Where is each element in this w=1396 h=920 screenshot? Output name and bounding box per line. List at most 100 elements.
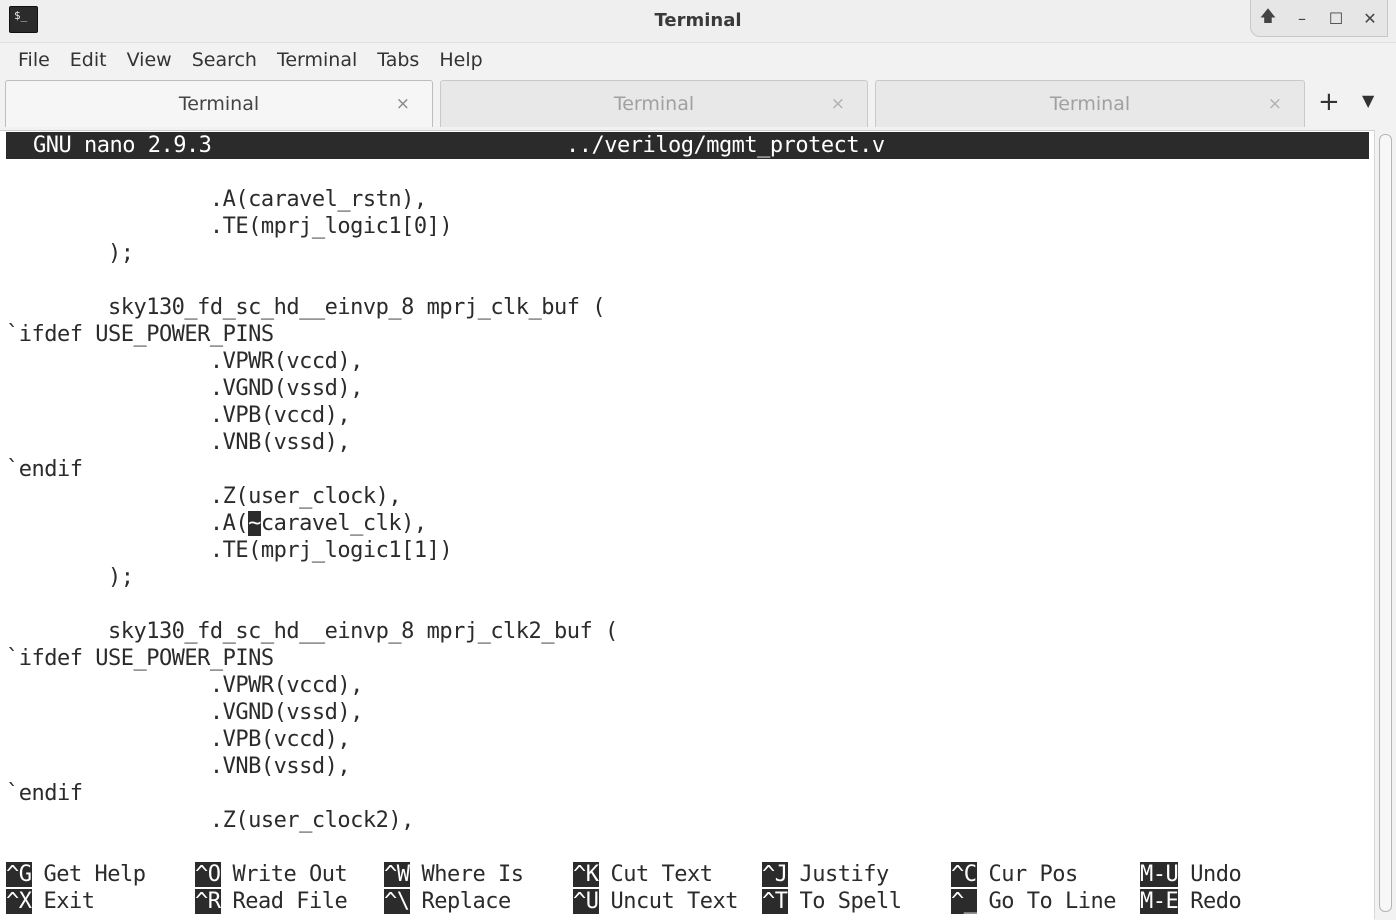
shortcut-item: ^G Get Help — [6, 861, 146, 888]
shortcut-row: ^X Exit ^R Read File ^\ Replace ^U Uncut Text ^T… — [6, 888, 1366, 915]
shortcut-item: ^W Where Is — [384, 861, 524, 888]
shortcut-key: ^K — [573, 862, 599, 887]
code-line: .VPWR(vccd), — [6, 349, 363, 374]
keep-above-icon[interactable]: 🡅 — [1254, 5, 1282, 32]
code-line: `ifdef USE_POWER_PINS — [6, 322, 274, 347]
shortcut-item: ^U Uncut Text — [573, 888, 738, 915]
shortcut-key: ^C — [951, 862, 977, 887]
code-line: .VNB(vssd), — [6, 430, 351, 455]
menu-terminal[interactable]: Terminal — [267, 49, 367, 71]
shortcut-label: Where Is — [421, 862, 524, 887]
shortcut-key: ^O — [195, 862, 221, 887]
shortcut-label: Cut Text — [610, 862, 713, 887]
shortcut-key: ^T — [762, 889, 788, 914]
shortcut-key: M-E — [1140, 889, 1179, 914]
shortcut-label: Cur Pos — [988, 862, 1079, 887]
code-line: sky130_fd_sc_hd__einvp_8 mprj_clk2_buf ( — [6, 619, 618, 644]
tab-bar: Terminal × Terminal × Terminal × + ▼ — [0, 78, 1396, 130]
menu-search[interactable]: Search — [182, 49, 267, 71]
code-line: .VPWR(vccd), — [6, 673, 363, 698]
code-line: .A(~caravel_clk), — [6, 511, 427, 536]
shortcut-item: ^T To Spell — [762, 888, 902, 915]
menu-view[interactable]: View — [117, 49, 182, 71]
menu-edit[interactable]: Edit — [60, 49, 117, 71]
shortcut-label: Go To Line — [988, 889, 1117, 914]
shortcut-item: M-E Redo — [1140, 888, 1242, 915]
shortcut-label: Undo — [1190, 862, 1242, 887]
code-line: ); — [6, 565, 134, 590]
shortcut-label: Uncut Text — [610, 889, 739, 914]
shortcut-key: ^_ — [951, 889, 977, 914]
code-line: .VPB(vccd), — [6, 403, 351, 428]
shortcut-label: Exit — [43, 889, 95, 914]
window-controls: 🡅 – ☐ ✕ — [1250, 0, 1388, 37]
shortcut-item: ^R Read File — [195, 888, 348, 915]
code-line: .TE(mprj_logic1[1]) — [6, 538, 453, 563]
text-cursor: ~ — [248, 511, 261, 536]
shortcut-item: ^X Exit — [6, 888, 95, 915]
tab-terminal-2[interactable]: Terminal × — [440, 80, 868, 127]
vertical-scrollbar[interactable] — [1374, 130, 1396, 919]
menu-help[interactable]: Help — [429, 49, 492, 71]
shortcut-label: Redo — [1190, 889, 1242, 914]
tab-terminal-3[interactable]: Terminal × — [875, 80, 1305, 127]
menu-tabs[interactable]: Tabs — [367, 49, 429, 71]
code-line: .Z(user_clock2), — [6, 808, 414, 833]
terminal-view[interactable]: GNU nano 2.9.3 ../verilog/mgmt_protect.v… — [0, 130, 1374, 920]
shortcut-row: ^G Get Help ^O Write Out ^W Where Is ^K Cut Tex… — [6, 861, 1366, 888]
nano-version: GNU nano 2.9.3 — [33, 133, 212, 158]
shortcut-label: Get Help — [43, 862, 146, 887]
menu-bar: File Edit View Search Terminal Tabs Help — [0, 43, 1396, 77]
shortcut-key: ^X — [6, 889, 32, 914]
code-line: .TE(mprj_logic1[0]) — [6, 214, 453, 239]
shortcut-key: ^R — [195, 889, 221, 914]
shortcut-key: M-U — [1140, 862, 1179, 887]
editor-content[interactable]: .A(caravel_rstn), .TE(mprj_logic1[0]) );… — [6, 186, 618, 834]
tab-terminal-1[interactable]: Terminal × — [5, 80, 433, 127]
code-line: `endif — [6, 457, 83, 482]
nano-filename: ../verilog/mgmt_protect.v — [566, 133, 885, 158]
code-line: .VGND(vssd), — [6, 376, 363, 401]
tab-list-chevron-down-icon[interactable]: ▼ — [1362, 91, 1374, 110]
code-line: ); — [6, 241, 134, 266]
close-icon[interactable]: ✕ — [1356, 9, 1384, 28]
shortcut-item: ^O Write Out — [195, 861, 348, 888]
shortcut-item: ^K Cut Text — [573, 861, 713, 888]
scrollbar-thumb[interactable] — [1379, 134, 1392, 912]
tab-close-icon[interactable]: × — [396, 94, 410, 114]
code-line: .Z(user_clock), — [6, 484, 402, 509]
code-line: sky130_fd_sc_hd__einvp_8 mprj_clk_buf ( — [6, 295, 606, 320]
tab-label: Terminal — [613, 93, 695, 115]
maximize-icon[interactable]: ☐ — [1322, 9, 1350, 28]
tab-label: Terminal — [1049, 93, 1131, 115]
tab-close-icon[interactable]: × — [1268, 94, 1282, 114]
code-line: `ifdef USE_POWER_PINS — [6, 646, 274, 671]
shortcut-key: ^W — [384, 862, 410, 887]
shortcut-item: ^\ Replace — [384, 888, 511, 915]
code-line: .VPB(vccd), — [6, 727, 351, 752]
shortcut-key: ^J — [762, 862, 788, 887]
shortcut-item: ^J Justify — [762, 861, 889, 888]
menu-file[interactable]: File — [8, 49, 60, 71]
shortcut-item: M-U Undo — [1140, 861, 1242, 888]
shortcut-label: Justify — [799, 862, 890, 887]
shortcut-label: Replace — [421, 889, 512, 914]
nano-title-bar: GNU nano 2.9.3 ../verilog/mgmt_protect.v — [6, 132, 1369, 159]
shortcut-label: Write Out — [232, 862, 348, 887]
nano-shortcut-bar: ^G Get Help ^O Write Out ^W Where Is ^K Cut Tex… — [6, 861, 1366, 915]
shortcut-item: ^C Cur Pos — [951, 861, 1078, 888]
minimize-icon[interactable]: – — [1288, 9, 1316, 28]
shortcut-key: ^U — [573, 889, 599, 914]
shortcut-key: ^\ — [384, 889, 410, 914]
shortcut-item: ^_ Go To Line — [951, 888, 1116, 915]
window-title: Terminal — [654, 10, 742, 31]
tab-close-icon[interactable]: × — [831, 94, 845, 114]
shortcut-label: Read File — [232, 889, 348, 914]
tab-label: Terminal — [178, 93, 260, 115]
code-line: .VGND(vssd), — [6, 700, 363, 725]
new-tab-plus-icon[interactable]: + — [1318, 88, 1340, 116]
shortcut-label: To Spell — [799, 889, 902, 914]
code-line: `endif — [6, 781, 83, 806]
